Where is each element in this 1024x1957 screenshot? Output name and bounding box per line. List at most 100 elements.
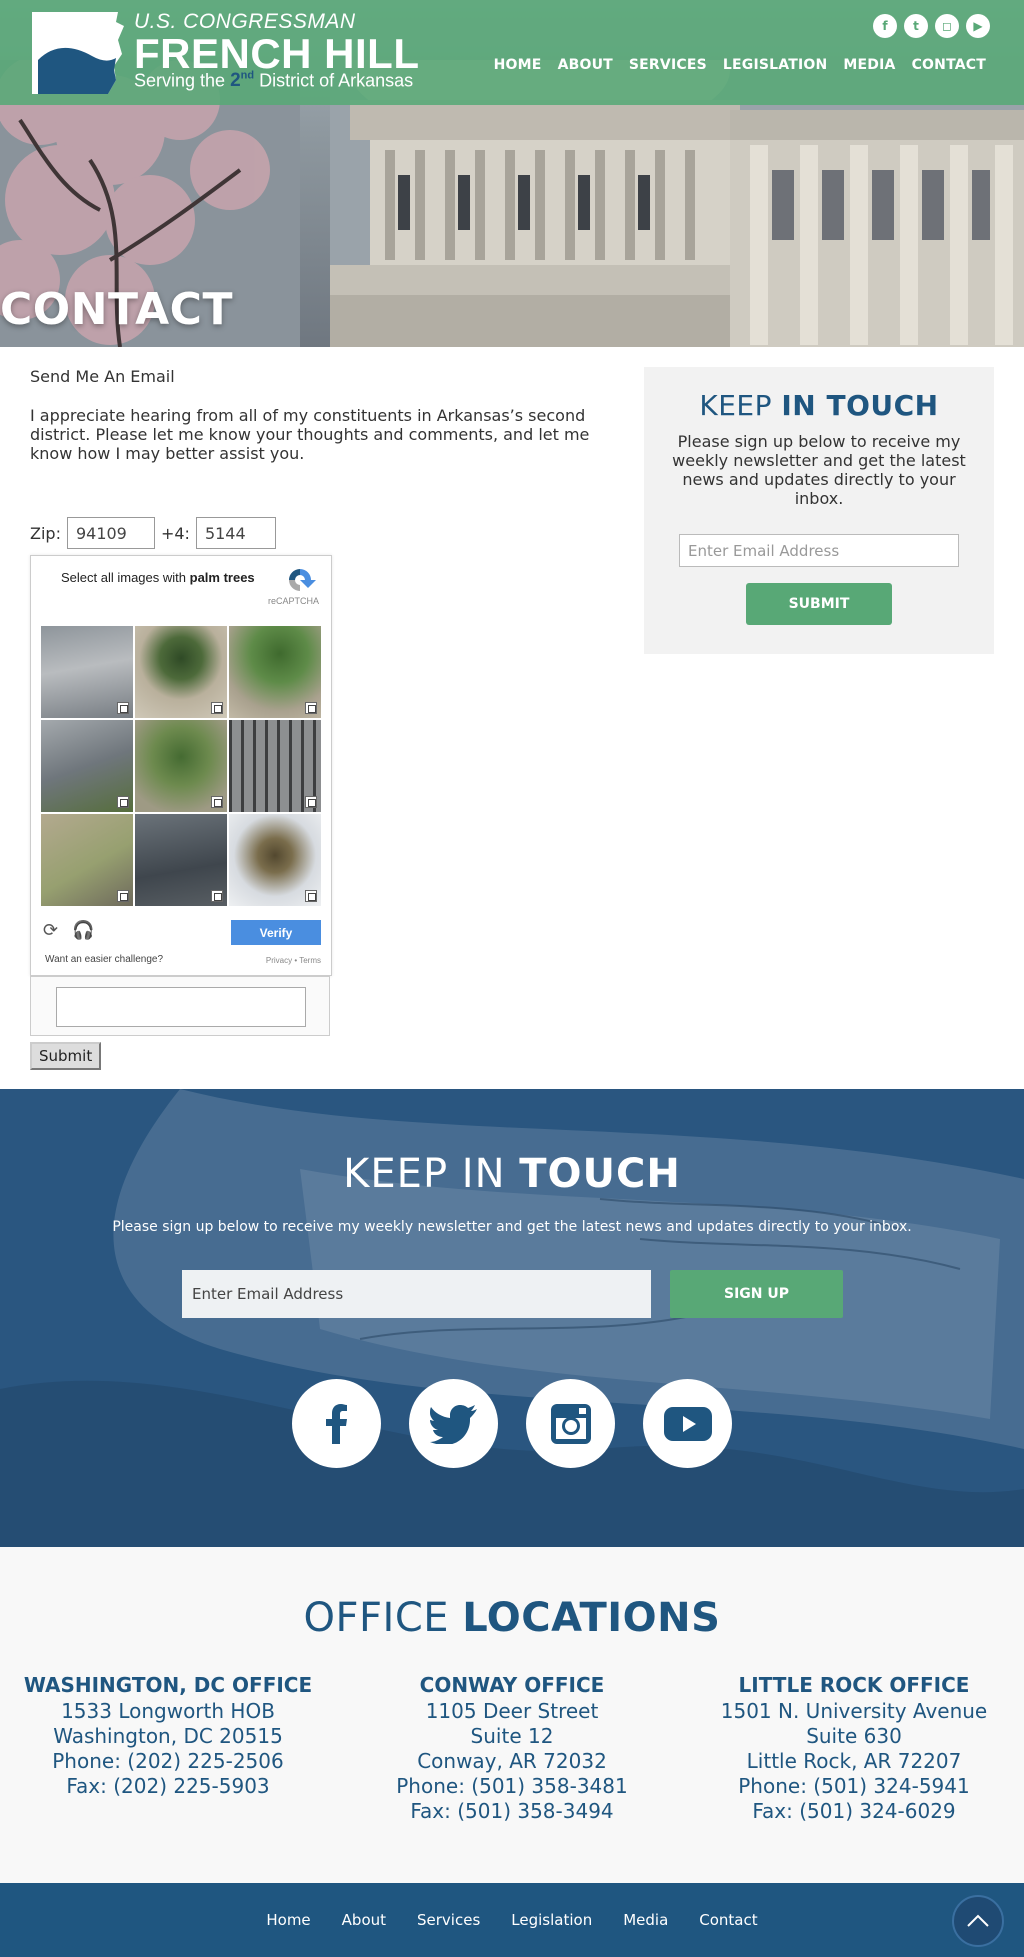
- captcha-tile-5[interactable]: [135, 720, 227, 812]
- main-nav: HOME ABOUT SERVICES LEGISLATION MEDIA CO…: [494, 57, 986, 73]
- nav-home[interactable]: HOME: [494, 57, 542, 73]
- captcha-tile-7[interactable]: [41, 814, 133, 906]
- zip-label: Zip:: [30, 523, 61, 543]
- footer-nav-legislation[interactable]: Legislation: [511, 1911, 592, 1929]
- tile-select-icon: [211, 796, 223, 808]
- nav-contact[interactable]: CONTACT: [912, 57, 986, 73]
- header-social-links: f t ◻ ▶: [873, 14, 990, 38]
- nav-media[interactable]: MEDIA: [843, 57, 895, 73]
- offices-title-light: OFFICE: [303, 1595, 463, 1641]
- zip-input[interactable]: 94109: [66, 517, 155, 549]
- page-header: U.S. CONGRESSMAN FRENCH HILL Serving the…: [0, 0, 1024, 347]
- tile-select-icon: [117, 890, 129, 902]
- tile-select-icon: [117, 796, 129, 808]
- contact-form-intro: Send Me An Email I appreciate hearing fr…: [30, 367, 590, 463]
- form-heading: Send Me An Email: [30, 367, 175, 386]
- newsletter-section: KEEP IN TOUCH Please sign up below to re…: [0, 1089, 1024, 1547]
- instagram-glyph: [550, 1403, 591, 1444]
- nav-services[interactable]: SERVICES: [629, 57, 707, 73]
- twitter-icon[interactable]: [409, 1379, 498, 1468]
- arkansas-state-icon: [32, 12, 124, 94]
- footer-nav-contact[interactable]: Contact: [699, 1911, 757, 1929]
- footer-nav-about[interactable]: About: [342, 1911, 386, 1929]
- main-content: Send Me An Email I appreciate hearing fr…: [0, 347, 1024, 1089]
- newsletter-title: KEEP IN TOUCH: [0, 1151, 1024, 1197]
- nav-about[interactable]: ABOUT: [558, 57, 613, 73]
- logo-tagline-pre: Serving the: [134, 70, 231, 91]
- offices-title-bold: LOCATIONS: [462, 1595, 721, 1641]
- recaptcha-brand: reCAPTCHA: [267, 596, 319, 606]
- newsletter-social-links: [292, 1379, 732, 1468]
- submit-button[interactable]: Submit: [30, 1042, 102, 1070]
- captcha-tile-9[interactable]: [229, 814, 321, 906]
- sidebar-title-light: KEEP: [699, 389, 782, 422]
- back-to-top-button[interactable]: [952, 1895, 1004, 1947]
- captcha-prompt-pre: Select all images with: [61, 570, 190, 585]
- youtube-icon[interactable]: ▶: [966, 14, 990, 38]
- captcha-tile-3[interactable]: [229, 626, 321, 718]
- form-intro-text: I appreciate hearing from all of my cons…: [30, 406, 590, 463]
- sidebar-text: Please sign up below to receive my weekl…: [672, 432, 966, 508]
- office-locations-section: OFFICE LOCATIONS WASHINGTON, DC OFFICE 1…: [0, 1547, 1024, 1883]
- recaptcha-challenge: Select all images with palm trees reCAPT…: [30, 555, 332, 976]
- keep-in-touch-sidebar: KEEP IN TOUCH Please sign up below to re…: [644, 367, 994, 654]
- footer-nav-services[interactable]: Services: [417, 1911, 480, 1929]
- tile-select-icon: [211, 890, 223, 902]
- refresh-icon[interactable]: ⟳: [43, 920, 58, 941]
- footer-nav-home[interactable]: Home: [266, 1911, 310, 1929]
- logo-district-num: 2: [230, 70, 241, 92]
- verify-button[interactable]: Verify: [231, 920, 321, 945]
- footer-nav-media[interactable]: Media: [623, 1911, 668, 1929]
- office-address-line: 1501 N. University Avenue: [720, 1699, 988, 1723]
- newsletter-title-light: KEEP IN: [343, 1151, 520, 1197]
- captcha-answer-input[interactable]: [56, 987, 306, 1027]
- twitter-icon[interactable]: t: [904, 14, 928, 38]
- tile-select-icon: [211, 702, 223, 714]
- newsletter-email-input[interactable]: Enter Email Address: [182, 1270, 651, 1318]
- logo-district-sup: nd: [240, 70, 255, 82]
- tile-select-icon: [117, 702, 129, 714]
- logo-district-number: 2nd: [230, 70, 254, 91]
- captcha-prompt: Select all images with palm trees: [61, 570, 255, 585]
- logo-tagline: Serving the 2nd District of Arkansas: [134, 70, 413, 92]
- captcha-tile-2[interactable]: [135, 626, 227, 718]
- easier-challenge-link[interactable]: Want an easier challenge?: [45, 954, 163, 965]
- captcha-tile-8[interactable]: [135, 814, 227, 906]
- captcha-tile-1[interactable]: [41, 626, 133, 718]
- sidebar-title-bold: IN TOUCH: [781, 389, 939, 422]
- site-logo[interactable]: U.S. CONGRESSMAN FRENCH HILL Serving the…: [30, 10, 430, 100]
- facebook-icon[interactable]: f: [873, 14, 897, 38]
- office-address-line: Suite 630: [806, 1724, 902, 1748]
- captcha-tile-6[interactable]: [229, 720, 321, 812]
- nav-legislation[interactable]: LEGISLATION: [723, 57, 828, 73]
- youtube-glyph: [663, 1406, 712, 1441]
- office-little-rock: LITTLE ROCK OFFICE 1501 N. University Av…: [699, 1673, 1009, 1824]
- office-address-line: Conway, AR 72032: [417, 1749, 607, 1773]
- twitter-glyph: [429, 1404, 477, 1444]
- sidebar-submit-button[interactable]: SUBMIT: [746, 583, 892, 625]
- facebook-glyph: [325, 1403, 347, 1444]
- plus4-label: +4:: [160, 523, 190, 543]
- office-fax: Fax: (501) 358-3494: [410, 1799, 614, 1823]
- tile-select-icon: [305, 890, 317, 902]
- plus4-input[interactable]: 5144: [195, 517, 276, 549]
- sign-up-button[interactable]: SIGN UP: [670, 1270, 843, 1318]
- chevron-up-icon: [967, 1914, 989, 1927]
- instagram-icon[interactable]: ◻: [935, 14, 959, 38]
- headphones-icon[interactable]: 🎧: [72, 920, 94, 941]
- tile-select-icon: [305, 796, 317, 808]
- captcha-tools: ⟳ 🎧: [43, 920, 95, 941]
- office-conway: CONWAY OFFICE 1105 Deer Street Suite 12 …: [357, 1673, 667, 1824]
- youtube-icon[interactable]: [643, 1379, 732, 1468]
- office-washington: WASHINGTON, DC OFFICE 1533 Longworth HOB…: [13, 1673, 323, 1799]
- captcha-prompt-target: palm trees: [189, 570, 255, 585]
- privacy-terms-link[interactable]: Privacy • Terms: [266, 956, 321, 965]
- zip-row: Zip: 94109 +4: 5144: [30, 517, 276, 549]
- sidebar-email-input[interactable]: Enter Email Address: [679, 534, 959, 567]
- facebook-icon[interactable]: [292, 1379, 381, 1468]
- footer-nav: Home About Services Legislation Media Co…: [0, 1911, 1024, 1929]
- tile-select-icon: [305, 702, 317, 714]
- office-name: CONWAY OFFICE: [419, 1673, 605, 1697]
- captcha-tile-4[interactable]: [41, 720, 133, 812]
- instagram-icon[interactable]: [526, 1379, 615, 1468]
